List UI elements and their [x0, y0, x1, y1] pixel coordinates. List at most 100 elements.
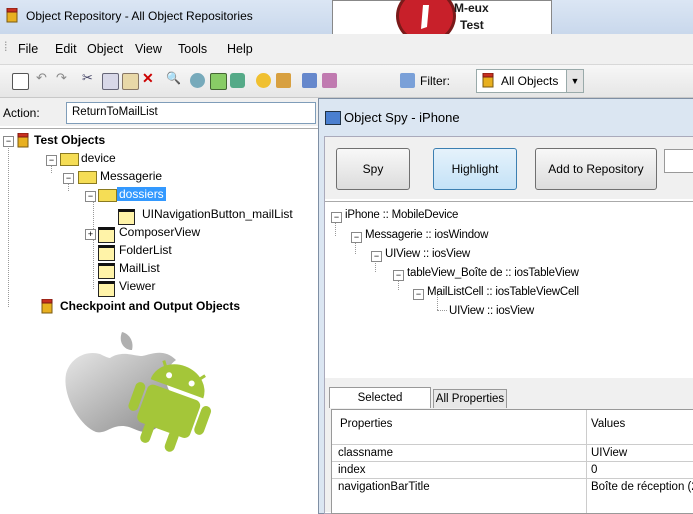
filter-select[interactable]: All Objects ▼: [476, 69, 584, 93]
highlight-tool-icon[interactable]: [256, 73, 271, 88]
button-object-icon: [118, 209, 135, 225]
spy-toolbar: Spy Highlight Add to Repository: [325, 137, 693, 199]
window-icon: [78, 171, 97, 184]
property-name: index: [338, 464, 366, 476]
properties-header: Properties: [340, 418, 393, 430]
properties-icon[interactable]: [302, 73, 317, 88]
filter-icon: [400, 73, 415, 88]
logo-text: M-eux Test: [454, 0, 514, 34]
update-icon[interactable]: [210, 73, 227, 90]
action-label: Action:: [3, 106, 40, 120]
spy-node-tableview[interactable]: tableView_Boîte de :: iosTableView: [407, 267, 579, 279]
tab-all-properties[interactable]: All Properties: [433, 389, 507, 408]
menu-tools[interactable]: Tools: [178, 42, 207, 56]
menu-bar: ⁞ File Edit Object View Tools Help: [0, 34, 693, 65]
cut-icon[interactable]: ✂: [82, 70, 97, 85]
view-object-icon: [98, 245, 115, 261]
spy-node-iphone[interactable]: iPhone :: MobileDevice: [345, 209, 458, 221]
tree-checkpoint[interactable]: Checkpoint and Output Objects: [60, 299, 240, 313]
undo-icon[interactable]: ↶: [36, 70, 51, 85]
properties-grid: Properties Values classname UIView index…: [331, 409, 693, 514]
add-objects-icon[interactable]: [190, 73, 205, 88]
repository-icon: [482, 73, 494, 88]
expand-toggle[interactable]: +: [85, 229, 96, 240]
view-object-icon: [98, 227, 115, 243]
spy-search-input[interactable]: [664, 149, 693, 173]
property-row[interactable]: index 0: [332, 461, 693, 478]
tree-device[interactable]: device: [81, 151, 116, 165]
new-object-icon[interactable]: [12, 73, 29, 90]
collapse-toggle[interactable]: −: [85, 191, 96, 202]
repository-icon: [6, 8, 18, 23]
property-value: Boîte de réception (20: [591, 481, 693, 493]
property-name: navigationBarTitle: [338, 481, 430, 493]
tree-dossiers[interactable]: dossiers: [117, 187, 166, 201]
repository-icon: [17, 133, 29, 148]
action-input[interactable]: ReturnToMailList: [66, 102, 316, 124]
table-icon: [98, 189, 117, 202]
view-object-icon: [98, 281, 115, 297]
menu-help[interactable]: Help: [227, 42, 253, 56]
collapse-toggle[interactable]: −: [413, 289, 424, 300]
view-object-icon: [98, 263, 115, 279]
property-value: UIView: [591, 447, 628, 459]
repository-icon: [41, 299, 53, 314]
menu-edit[interactable]: Edit: [55, 42, 77, 56]
menu-grip: ⁞: [4, 40, 8, 54]
add-to-repository-button[interactable]: Add to Repository: [535, 148, 657, 190]
associate-icon[interactable]: [322, 73, 337, 88]
filter-value: All Objects: [501, 74, 559, 88]
tree-folderlist[interactable]: FolderList: [119, 243, 172, 257]
filter-label: Filter:: [420, 74, 450, 88]
menu-view[interactable]: View: [135, 42, 162, 56]
tab-selected-properties[interactable]: Selected Properties: [329, 387, 431, 424]
tree-viewer[interactable]: Viewer: [119, 279, 155, 293]
property-row[interactable]: classname UIView: [332, 444, 693, 461]
tree-messagerie[interactable]: Messagerie: [100, 169, 162, 183]
window-title: Object Repository - All Object Repositor…: [26, 9, 253, 23]
collapse-toggle[interactable]: −: [63, 173, 74, 184]
collapse-toggle[interactable]: −: [46, 155, 57, 166]
logo-line2: Test: [460, 18, 484, 32]
paste-icon[interactable]: [122, 73, 139, 90]
action-value: ReturnToMailList: [72, 106, 158, 118]
device-icon: [60, 153, 79, 166]
apple-android-logo: [65, 332, 212, 452]
find-icon[interactable]: 🔍: [166, 71, 181, 86]
copy-icon[interactable]: [102, 73, 119, 90]
tree-composer[interactable]: ComposerView: [119, 225, 200, 239]
tree-connector: [8, 145, 9, 307]
spy-node-messagerie[interactable]: Messagerie :: iosWindow: [365, 229, 488, 241]
collapse-toggle[interactable]: −: [371, 251, 382, 262]
property-row[interactable]: navigationBarTitle Boîte de réception (2…: [332, 478, 693, 495]
chevron-down-icon[interactable]: ▼: [566, 70, 583, 92]
tree-connector: [437, 310, 447, 311]
delete-icon[interactable]: ✕: [142, 70, 157, 86]
redo-icon[interactable]: ↷: [56, 70, 71, 85]
highlight-button[interactable]: Highlight: [433, 148, 517, 190]
spy-object-tree: − iPhone :: MobileDevice − Messagerie ::…: [325, 201, 693, 380]
tree-nav-button[interactable]: UINavigationButton_mailList: [142, 207, 293, 221]
spy-window-icon: [325, 111, 341, 125]
property-value: 0: [591, 464, 598, 476]
spy-button[interactable]: Spy: [336, 148, 410, 190]
collapse-toggle[interactable]: −: [351, 232, 362, 243]
tree-maillist[interactable]: MailList: [119, 261, 160, 275]
collapse-toggle[interactable]: −: [331, 212, 342, 223]
menu-file[interactable]: File: [18, 42, 38, 56]
tree-connector: [93, 201, 94, 289]
toolbar: ↶ ↷ ✂ ✕ 🔍: [0, 65, 693, 98]
menu-object[interactable]: Object: [87, 42, 123, 56]
values-header: Values: [591, 418, 626, 430]
locate-icon[interactable]: [276, 73, 291, 88]
spy-node-uiview[interactable]: UIView :: iosView: [385, 248, 470, 260]
tree-test-objects[interactable]: Test Objects: [34, 133, 105, 147]
logo-line1: M-eux: [454, 1, 489, 15]
spy-node-uiview-child[interactable]: UIView :: iosView: [449, 305, 534, 317]
spy-title: Object Spy - iPhone: [344, 110, 460, 125]
collapse-toggle[interactable]: −: [393, 270, 404, 281]
spy-node-maillistcell[interactable]: MailListCell :: iosTableViewCell: [427, 286, 579, 298]
property-name: classname: [338, 447, 393, 459]
collapse-toggle[interactable]: −: [3, 136, 14, 147]
spy-tool-icon[interactable]: [230, 73, 245, 88]
